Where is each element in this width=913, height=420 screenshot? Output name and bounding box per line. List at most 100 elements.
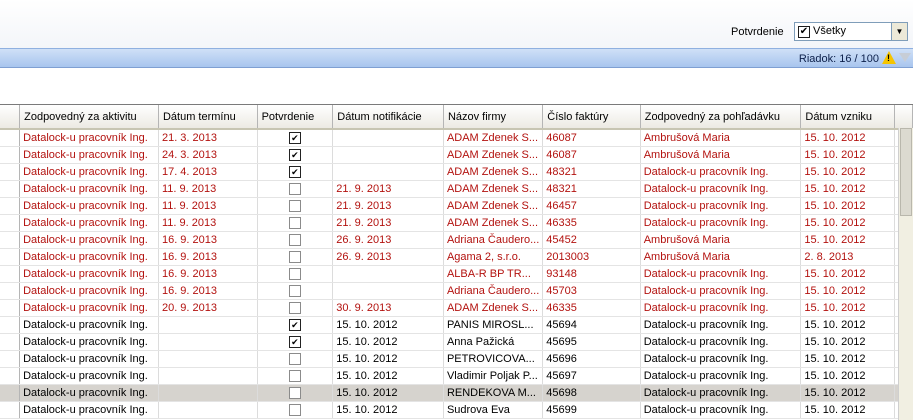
- table-row[interactable]: Datalock-u pracovník Ing. 11. 9. 2013 21. …: [0, 214, 913, 232]
- row-indicator[interactable]: [0, 316, 21, 334]
- table-row[interactable]: Datalock-u pracovník Ing. 15. 10. 2012 REN…: [0, 384, 913, 402]
- table-row[interactable]: Datalock-u pracovník Ing. 16. 9. 2013 ALBA…: [0, 265, 913, 283]
- cell-responsible-activity: Datalock-u pracovník Ing.: [19, 197, 159, 215]
- confirmation-checkbox[interactable]: ✔: [288, 132, 301, 145]
- header-confirmation[interactable]: Potvrdenie: [257, 105, 334, 130]
- cell-invoice-number: 2013003: [542, 248, 641, 266]
- cell-confirmation: [257, 350, 334, 368]
- row-indicator[interactable]: [0, 384, 21, 402]
- confirmation-checkbox[interactable]: [288, 285, 301, 298]
- row-indicator[interactable]: [0, 401, 21, 419]
- confirmation-checkbox[interactable]: ✔: [288, 166, 301, 179]
- header-notification-date[interactable]: Dátum notifikácie: [332, 105, 444, 130]
- table-row[interactable]: Datalock-u pracovník Ing. ✔ 15. 10. 2012 PA…: [0, 316, 913, 334]
- confirmation-checkbox[interactable]: ✔: [288, 149, 301, 162]
- header-invoice-number[interactable]: Číslo faktúry: [542, 105, 641, 130]
- confirmation-checkbox[interactable]: ✔: [288, 336, 301, 349]
- cell-company-name: ADAM Zdenek S...: [443, 129, 544, 147]
- scrollbar-thumb[interactable]: [900, 128, 912, 216]
- row-indicator[interactable]: [0, 248, 21, 266]
- filter-checkbox[interactable]: ✔: [798, 26, 810, 38]
- row-indicator[interactable]: [0, 163, 21, 181]
- row-indicator[interactable]: [0, 129, 21, 147]
- row-indicator[interactable]: [0, 282, 21, 300]
- row-indicator[interactable]: [0, 333, 21, 351]
- cell-confirmation: [257, 248, 334, 266]
- cell-responsible-activity: Datalock-u pracovník Ing.: [19, 180, 159, 198]
- cell-due-date: 16. 9. 2013: [158, 248, 258, 266]
- table-row[interactable]: Datalock-u pracovník Ing. 15. 10. 2012 Vla…: [0, 367, 913, 385]
- row-indicator[interactable]: [0, 197, 21, 215]
- filter-selected-value: Všetky: [813, 25, 847, 37]
- table-row[interactable]: Datalock-u pracovník Ing. 15. 10. 2012 PET…: [0, 350, 913, 368]
- confirmation-checkbox[interactable]: [288, 404, 301, 417]
- table-row[interactable]: Datalock-u pracovník Ing. ✔ 15. 10. 2012 An…: [0, 333, 913, 351]
- cell-company-name: Agama 2, s.r.o.: [443, 248, 544, 266]
- table-row[interactable]: Datalock-u pracovník Ing. 24. 3. 2013 ✔ ADA…: [0, 146, 913, 164]
- cell-company-name: ADAM Zdenek S...: [443, 197, 544, 215]
- confirmation-checkbox[interactable]: [288, 353, 301, 366]
- cell-company-name: ADAM Zdenek S...: [443, 180, 544, 198]
- header-row-indicator: [0, 105, 21, 130]
- row-indicator[interactable]: [0, 350, 21, 368]
- confirmation-checkbox[interactable]: [288, 251, 301, 264]
- cell-due-date: 11. 9. 2013: [158, 180, 258, 198]
- confirmation-checkbox[interactable]: [288, 183, 301, 196]
- table-row[interactable]: Datalock-u pracovník Ing. 21. 3. 2013 ✔ ADA…: [0, 129, 913, 147]
- confirmation-checkbox[interactable]: [288, 387, 301, 400]
- cell-notification-date: [332, 163, 444, 181]
- cell-due-date: [158, 401, 258, 419]
- row-indicator[interactable]: [0, 265, 21, 283]
- row-indicator[interactable]: [0, 299, 21, 317]
- row-indicator[interactable]: [0, 231, 21, 249]
- table-row[interactable]: Datalock-u pracovník Ing. 20. 9. 2013 30. …: [0, 299, 913, 317]
- cell-company-name: ADAM Zdenek S...: [443, 163, 544, 181]
- table-row[interactable]: Datalock-u pracovník Ing. 11. 9. 2013 21. …: [0, 180, 913, 198]
- header-responsible-activity[interactable]: Zodpovedný za aktivitu: [19, 105, 159, 130]
- cell-responsible-activity: Datalock-u pracovník Ing.: [19, 367, 159, 385]
- cell-invoice-number: 45699: [542, 401, 641, 419]
- table-row[interactable]: Datalock-u pracovník Ing. 16. 9. 2013 26. …: [0, 231, 913, 249]
- cell-responsible-activity: Datalock-u pracovník Ing.: [19, 248, 159, 266]
- confirmation-checkbox[interactable]: [288, 217, 301, 230]
- row-indicator[interactable]: [0, 214, 21, 232]
- header-extra-column[interactable]: [894, 105, 913, 130]
- cell-invoice-number: 45695: [542, 333, 641, 351]
- cell-responsible-receivable: Ambrušová Maria: [640, 248, 802, 266]
- cell-due-date: 16. 9. 2013: [158, 282, 258, 300]
- confirmation-checkbox[interactable]: [288, 302, 301, 315]
- table-header-row: Zodpovedný za aktivitu Dátum termínu Pot…: [0, 105, 913, 130]
- vertical-scrollbar[interactable]: [898, 128, 913, 420]
- table-row[interactable]: Datalock-u pracovník Ing. 16. 9. 2013 26. …: [0, 248, 913, 266]
- table-row[interactable]: Datalock-u pracovník Ing. 11. 9. 2013 21. …: [0, 197, 913, 215]
- cell-due-date: [158, 333, 258, 351]
- row-indicator[interactable]: [0, 146, 21, 164]
- header-responsible-receivable[interactable]: Zodpovedný za pohľadávku: [640, 105, 802, 130]
- cell-invoice-number: 46087: [542, 129, 641, 147]
- table-row[interactable]: Datalock-u pracovník Ing. 17. 4. 2013 ✔ ADA…: [0, 163, 913, 181]
- header-creation-date[interactable]: Dátum vzniku: [800, 105, 895, 130]
- chevron-down-icon[interactable]: ▼: [891, 23, 907, 40]
- header-due-date[interactable]: Dátum termínu: [158, 105, 258, 130]
- row-indicator[interactable]: [0, 367, 21, 385]
- cell-confirmation: [257, 265, 334, 283]
- confirmation-filter-select[interactable]: ✔ Všetky ▼: [794, 22, 908, 41]
- confirmation-checkbox[interactable]: [288, 370, 301, 383]
- cell-notification-date: [332, 265, 444, 283]
- cell-confirmation: ✔: [257, 316, 334, 334]
- table-row[interactable]: Datalock-u pracovník Ing. 15. 10. 2012 Sud…: [0, 401, 913, 419]
- cell-responsible-activity: Datalock-u pracovník Ing.: [19, 163, 159, 181]
- cell-company-name: ADAM Zdenek S...: [443, 299, 544, 317]
- cell-notification-date: 15. 10. 2012: [332, 384, 444, 402]
- cell-creation-date: 15. 10. 2012: [800, 180, 895, 198]
- cell-responsible-receivable: Datalock-u pracovník Ing.: [640, 333, 802, 351]
- confirmation-checkbox[interactable]: [288, 268, 301, 281]
- warning-icon[interactable]: !: [882, 51, 896, 64]
- header-company-name[interactable]: Názov firmy: [443, 105, 544, 130]
- table-row[interactable]: Datalock-u pracovník Ing. 16. 9. 2013 Adri…: [0, 282, 913, 300]
- confirmation-checkbox[interactable]: [288, 234, 301, 247]
- confirmation-checkbox[interactable]: [288, 200, 301, 213]
- filter-funnel-icon[interactable]: [899, 53, 911, 62]
- row-indicator[interactable]: [0, 180, 21, 198]
- confirmation-checkbox[interactable]: ✔: [288, 319, 301, 332]
